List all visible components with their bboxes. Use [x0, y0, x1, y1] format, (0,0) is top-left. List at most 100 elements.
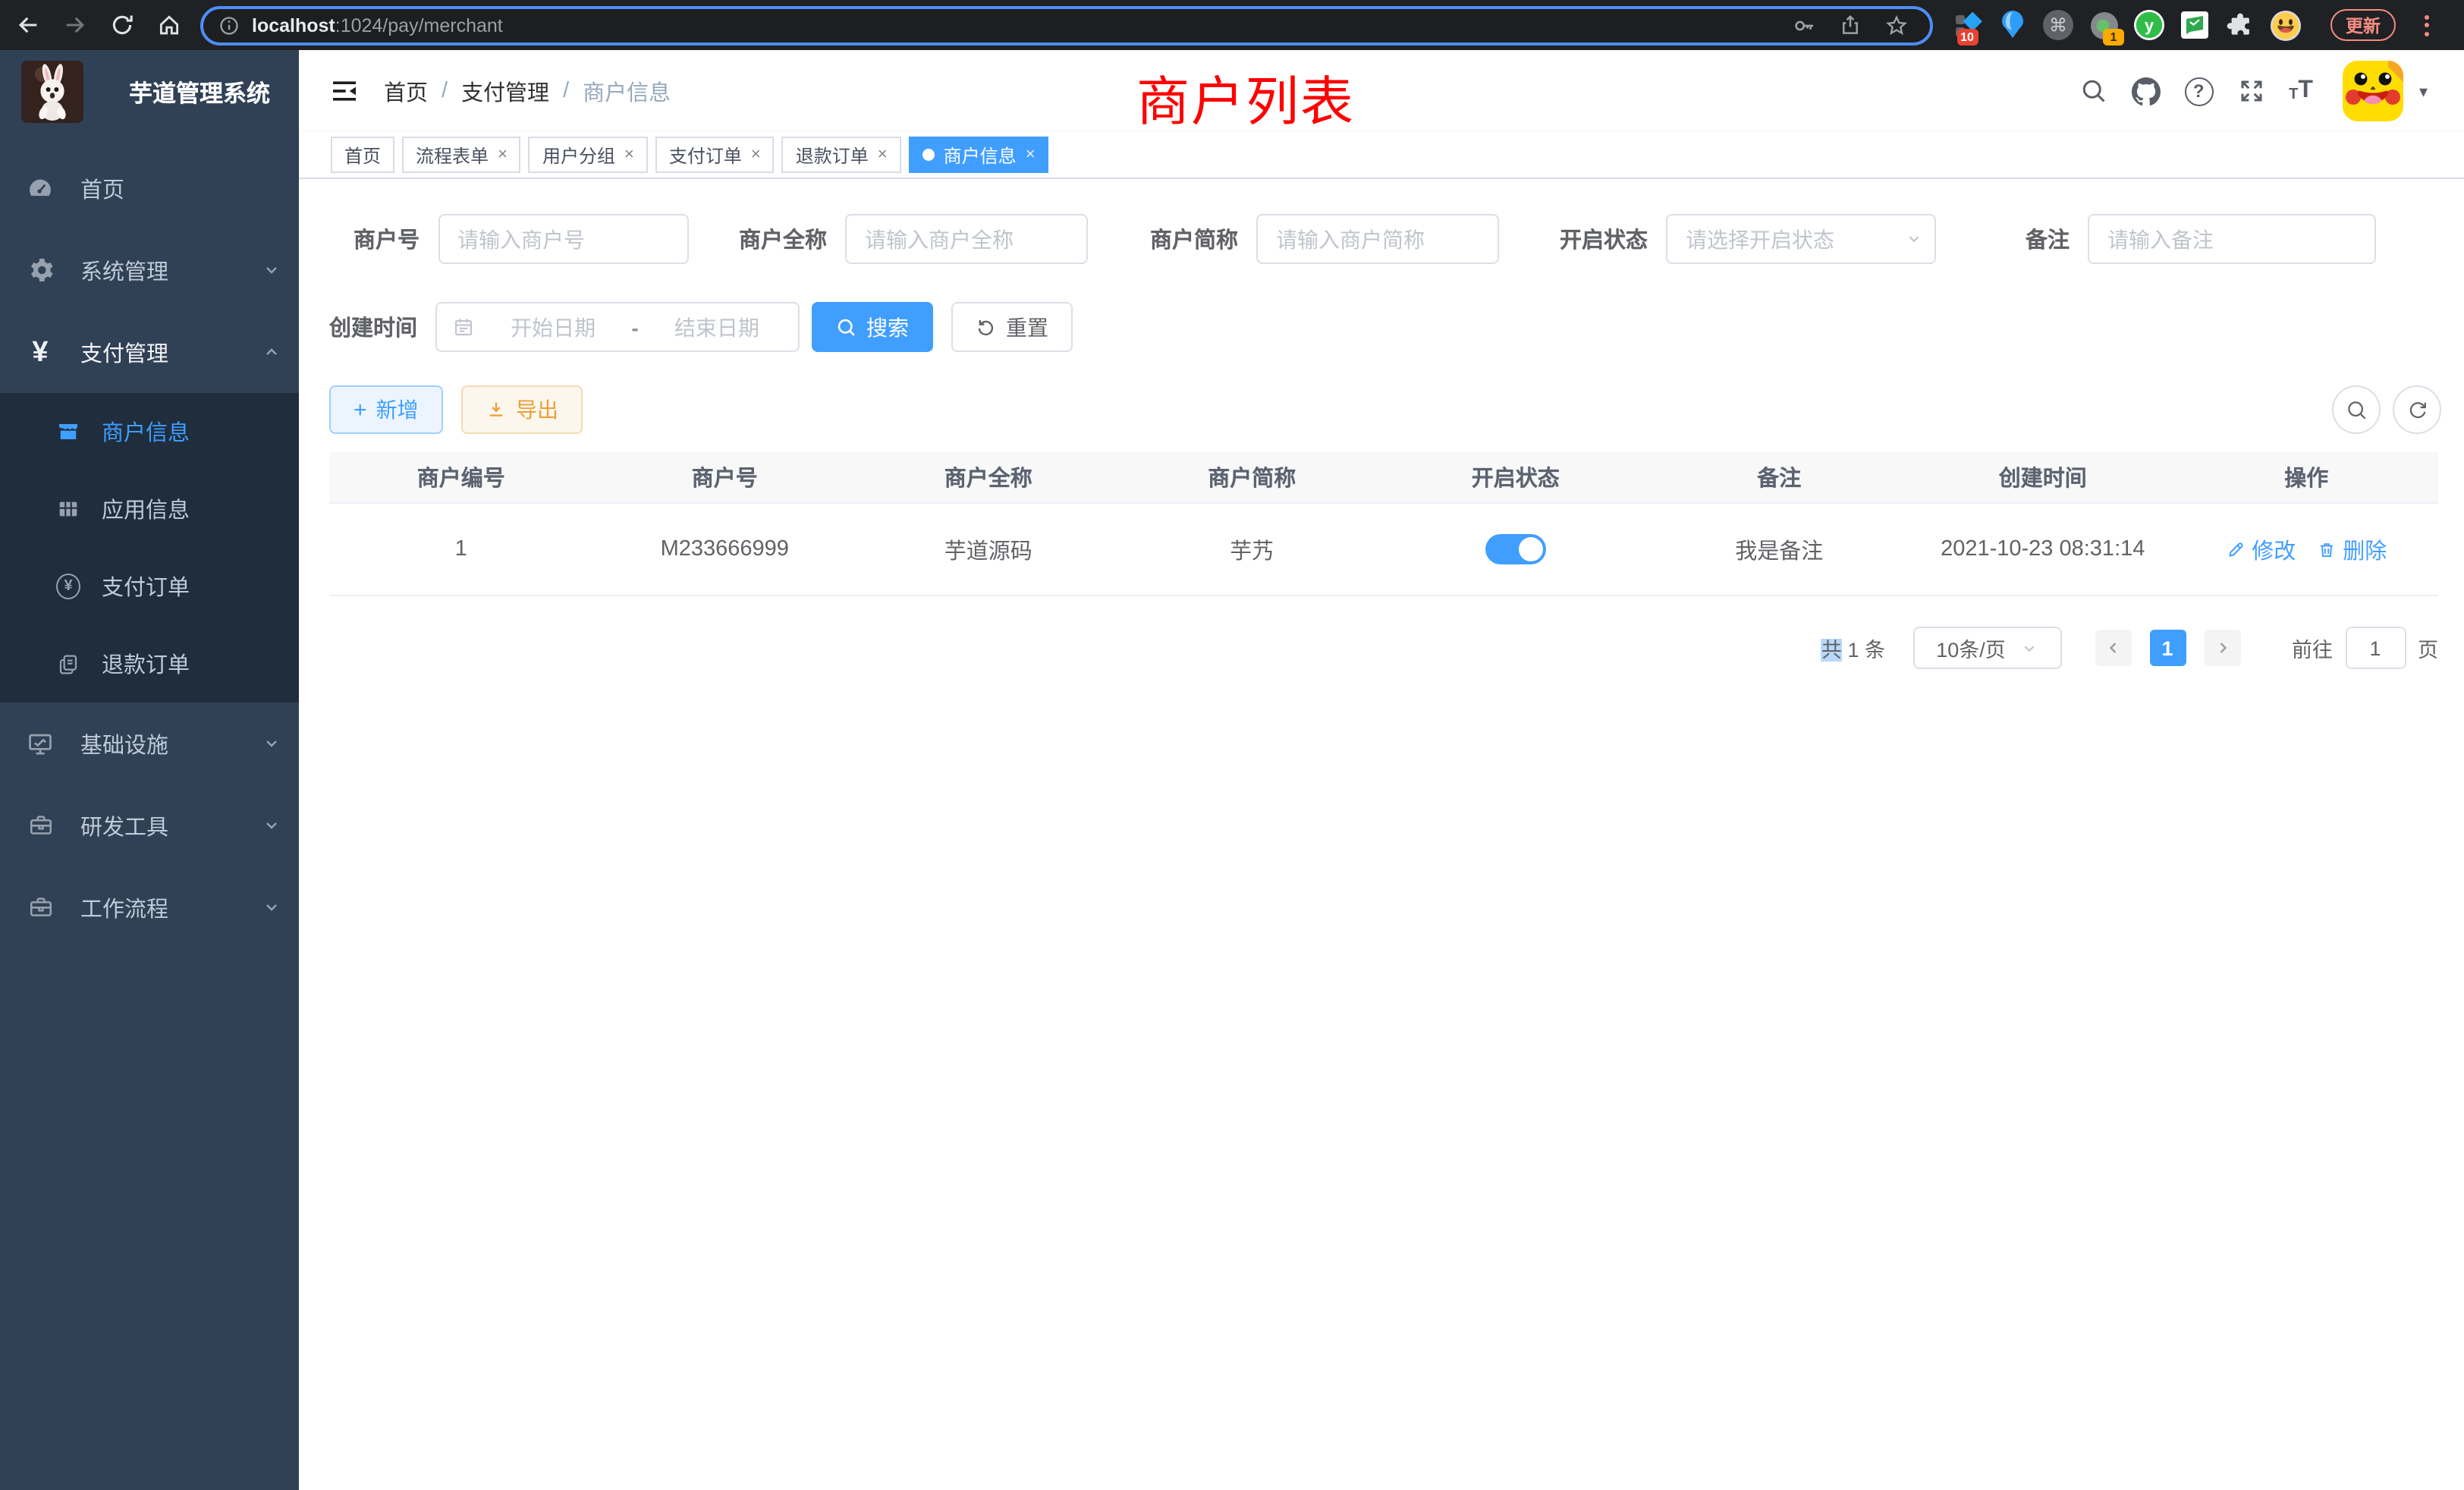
merchant-full-name-input[interactable] [845, 214, 1088, 264]
browser-profile-avatar[interactable] [2270, 9, 2302, 41]
range-separator: - [631, 315, 638, 339]
y-extension-icon[interactable]: y [2133, 9, 2165, 41]
pagination: 共 1 条 10条/页 1 前往 [1821, 627, 2438, 669]
forward-icon[interactable] [55, 5, 94, 45]
sidebar-item-pay-order[interactable]: ¥ 支付订单 [0, 548, 299, 625]
sidebar-item-label: 退款订单 [102, 648, 190, 680]
close-icon[interactable]: × [878, 146, 888, 163]
back-icon[interactable] [8, 5, 47, 45]
browser-toolbar: localhost:1024/pay/merchant 10 [0, 0, 2464, 50]
status-dot-extension-icon[interactable]: 1 [2088, 9, 2120, 41]
next-page-button[interactable] [2204, 630, 2240, 666]
search-button[interactable]: 搜索 [812, 302, 933, 352]
prev-page-button[interactable] [2095, 630, 2131, 666]
app-logo[interactable]: 芋道管理系统 [0, 50, 299, 134]
edit-link[interactable]: 修改 [2226, 533, 2296, 565]
tab-refund-order[interactable]: 退款订单× [782, 137, 901, 173]
yen-circle-icon: ¥ [56, 574, 80, 599]
tab-merchant-info[interactable]: 商户信息× [909, 137, 1049, 173]
grid-table-icon [56, 496, 80, 522]
cell-status [1384, 534, 1648, 564]
form-item-merchant-no: 商户号 [354, 214, 688, 264]
sidebar-item-workflow[interactable]: 工作流程 [0, 866, 299, 948]
address-bar[interactable]: localhost:1024/pay/merchant [200, 5, 1933, 45]
breadcrumb-separator: / [563, 79, 569, 103]
cell-create-time: 2021-10-23 08:31:14 [1911, 537, 2175, 561]
extensions-puzzle-icon[interactable] [2224, 9, 2256, 41]
github-icon[interactable] [2131, 77, 2160, 105]
page-number-1[interactable]: 1 [2149, 630, 2186, 666]
navbar-right-tools: ? TT ▾ [2079, 61, 2428, 121]
delete-link[interactable]: 删除 [2317, 533, 2387, 565]
add-button[interactable]: + 新增 [329, 385, 443, 434]
breadcrumb-separator: / [442, 79, 448, 103]
sidebar-item-infra[interactable]: 基础设施 [0, 703, 299, 784]
chat-extension-icon[interactable] [2179, 9, 2211, 41]
close-icon[interactable]: × [498, 146, 508, 163]
close-icon[interactable]: × [1026, 146, 1036, 163]
font-size-icon[interactable]: TT [2289, 79, 2313, 103]
form-item-create-time: 创建时间 开始日期 - 结束日期 搜索 [329, 302, 1073, 352]
share-icon[interactable] [1839, 14, 1862, 36]
sidebar-item-pay[interactable]: ¥ 支付管理 [0, 311, 299, 393]
toggle-search-button[interactable] [2332, 385, 2381, 434]
update-button[interactable]: 更新 [2330, 9, 2396, 41]
create-time-range-picker[interactable]: 开始日期 - 结束日期 [435, 302, 800, 352]
sidebar-item-label: 基础设施 [80, 728, 168, 759]
chevron-down-icon [262, 898, 281, 916]
sidebar-item-dev-tools[interactable]: 研发工具 [0, 784, 299, 866]
balloon-extension-icon[interactable] [1997, 9, 2029, 41]
extension-icons: 10 ⌘ 1 y 更新 [1951, 9, 2446, 41]
close-icon[interactable]: × [751, 146, 761, 163]
breadcrumb-home[interactable]: 首页 [384, 75, 428, 107]
monitor-icon [26, 729, 55, 758]
merchant-table: 商户编号 商户号 商户全称 商户简称 开启状态 备注 创建时间 操作 1 M23… [329, 452, 2438, 596]
sidebar-item-system[interactable]: 系统管理 [0, 229, 299, 311]
avatar-caret-down-icon[interactable]: ▾ [2419, 81, 2428, 101]
user-avatar[interactable] [2343, 61, 2404, 121]
status-toggle[interactable] [1485, 534, 1546, 564]
start-date-placeholder[interactable]: 开始日期 [487, 312, 619, 342]
merchant-no-input[interactable] [438, 214, 688, 264]
status-select[interactable] [1666, 214, 1936, 264]
sidebar-item-refund-order[interactable]: 退款订单 [0, 625, 299, 703]
pay-submenu: 商户信息 应用信息 ¥ 支付订单 [0, 393, 299, 703]
main-area: 商户列表 首页 / 支付管理 / 商户信息 [299, 50, 2464, 1490]
password-key-icon[interactable] [1792, 13, 1816, 37]
sidebar-item-home[interactable]: 首页 [0, 147, 299, 229]
tab-process-form[interactable]: 流程表单× [402, 137, 521, 173]
fullscreen-icon[interactable] [2237, 77, 2264, 105]
svg-text:⌘: ⌘ [2049, 15, 2067, 36]
end-date-placeholder[interactable]: 结束日期 [651, 312, 783, 342]
top-navbar: 首页 / 支付管理 / 商户信息 ? [299, 50, 2464, 132]
bookmark-star-icon[interactable] [1884, 13, 1909, 37]
command-extension-icon[interactable]: ⌘ [2042, 9, 2074, 41]
sidebar-item-app-info[interactable]: 应用信息 [0, 470, 299, 548]
tab-user-group[interactable]: 用户分组× [529, 137, 648, 173]
site-info-icon[interactable] [218, 14, 240, 36]
download-icon [486, 399, 507, 420]
breadcrumb-pay[interactable]: 支付管理 [461, 75, 549, 107]
header-search-icon[interactable] [2079, 77, 2107, 105]
reload-icon[interactable] [102, 5, 141, 45]
help-question-icon[interactable]: ? [2184, 77, 2213, 105]
sidebar-item-merchant-info[interactable]: 商户信息 [0, 393, 299, 470]
close-icon[interactable]: × [624, 146, 634, 163]
merchant-short-name-input[interactable] [1256, 214, 1499, 264]
reset-button[interactable]: 重置 [951, 302, 1073, 352]
page-size-select[interactable]: 10条/页 [1912, 627, 2061, 669]
store-icon [56, 419, 80, 445]
tab-pay-order[interactable]: 支付订单× [655, 137, 775, 173]
refresh-table-button[interactable] [2393, 385, 2441, 434]
remark-input[interactable] [2088, 214, 2376, 264]
browser-menu-dots-icon[interactable] [2415, 10, 2437, 40]
page-content: 商户号 商户全称 商户简称 开启状态 [299, 179, 2464, 1490]
home-icon[interactable] [149, 5, 188, 45]
export-button[interactable]: 导出 [461, 385, 583, 434]
tab-home[interactable]: 首页 [331, 137, 394, 173]
sidebar: 芋道管理系统 首页 系统管理 [0, 50, 299, 1490]
chevron-down-icon [262, 816, 281, 835]
sidebar-toggle-hamburger-icon[interactable] [329, 76, 360, 106]
diamond-extension-icon[interactable]: 10 [1951, 9, 1983, 41]
goto-page-input[interactable] [2345, 627, 2406, 669]
